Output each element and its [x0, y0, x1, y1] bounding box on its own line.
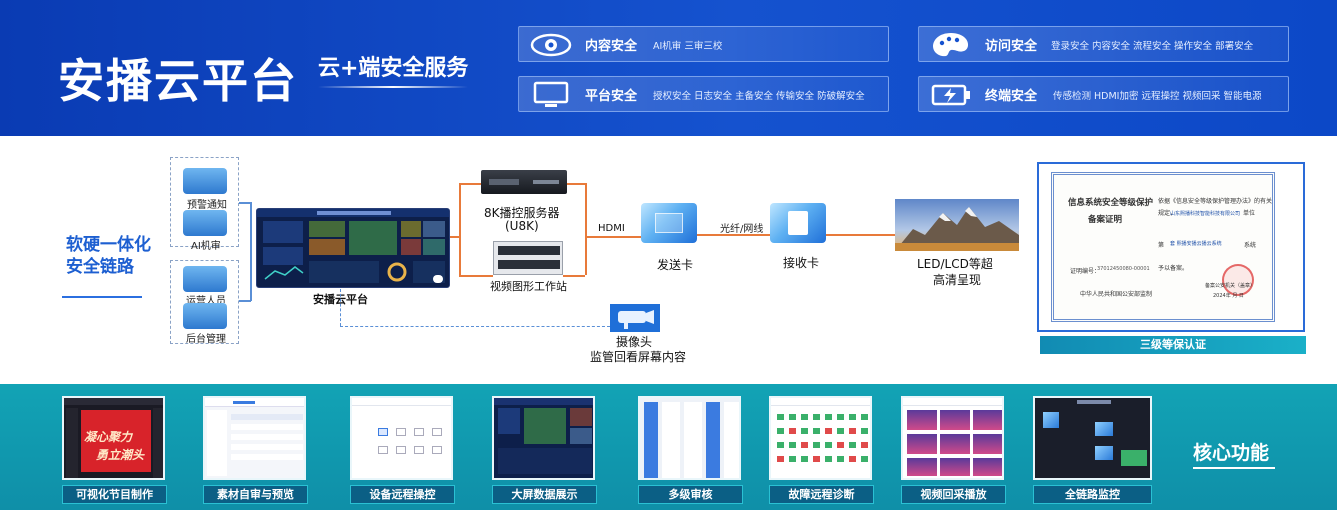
link-title-line1: 软硬一体化 — [66, 235, 151, 255]
page: 安播云平台 云+端安全服务 内容安全 AI机审 三审三校 平台安全 授权安全 日… — [0, 0, 1337, 510]
feature-access-security: 访问安全 登录安全 内容安全 流程安全 操作安全 部署安全 — [918, 26, 1289, 62]
cert-issuer: 备案公安机关（盖章） — [1205, 283, 1256, 289]
core-features-title: 核心功能 — [1193, 442, 1270, 464]
cert-title: 信息系统安全等级保护 — [1068, 198, 1154, 208]
workstation-label: 视频图形工作站 — [490, 280, 567, 293]
server-device — [481, 170, 567, 194]
cert-subtitle: 备案证明 — [1088, 215, 1123, 225]
thumb-fault-diagnosis — [769, 396, 872, 480]
feature-desc: 传感检测 HDMI加密 远程操控 视频回采 智能电源 — [1053, 91, 1262, 102]
core-feature-label: 设备远程操控 — [350, 485, 455, 504]
cert-authority: 中华人民共和国公安部监制 — [1080, 291, 1153, 298]
certificate-badge: 三级等保认证 — [1040, 336, 1306, 354]
thumb-multi-review — [638, 396, 741, 480]
platform-screen — [256, 208, 450, 288]
input-label: AI机审 — [191, 241, 221, 252]
display-label: LED/LCD等超 — [917, 257, 993, 271]
connector — [585, 183, 587, 275]
ai-review-icon — [183, 210, 227, 236]
cert-system-suffix: 系统 — [1244, 242, 1257, 249]
palette-icon — [933, 33, 969, 57]
core-feature-label: 视频回采播放 — [901, 485, 1006, 504]
thumb-slogan-a: 凝心聚力 — [84, 430, 133, 444]
cert-basis: 依据《信息安全等级保护管理办法》的有关 — [1158, 198, 1273, 205]
cert-grant: 予以备案。 — [1158, 265, 1189, 272]
thumb-big-screen — [492, 396, 595, 480]
display-image — [895, 199, 1019, 251]
feature-title: 内容安全 — [585, 39, 638, 54]
operator-icon — [183, 266, 227, 292]
feature-desc: AI机审 三审三校 — [653, 41, 723, 52]
cert-unit: 单位 — [1243, 210, 1256, 217]
main-title: 安播云平台 — [58, 54, 298, 108]
thumb-slogan-b: 勇立潮头 — [96, 448, 145, 462]
core-feature-label: 全链路监控 — [1033, 485, 1152, 504]
feature-content-security: 内容安全 AI机审 三审三校 — [518, 26, 889, 62]
alert-notice-icon — [183, 168, 227, 194]
feature-title: 终端安全 — [985, 89, 1038, 104]
connector — [459, 183, 461, 275]
core-feature-label: 故障远程诊断 — [769, 485, 874, 504]
feature-desc: 登录安全 内容安全 流程安全 操作安全 部署安全 — [1051, 41, 1254, 52]
sender-label: 发送卡 — [657, 258, 694, 272]
feature-title: 访问安全 — [985, 39, 1038, 54]
connector — [565, 183, 585, 185]
receiver-card — [770, 203, 826, 243]
hdmi-label: HDMI — [598, 223, 625, 234]
hdmi-connector — [585, 236, 643, 238]
cert-number: 37012450080-00001 — [1097, 266, 1150, 272]
camera-label-line2: 监管回看屏幕内容 — [590, 350, 687, 364]
camera-connector — [340, 289, 341, 326]
camera-connector — [340, 326, 610, 327]
feature-title: 平台安全 — [585, 89, 638, 104]
core-feature-label: 多级审核 — [638, 485, 743, 504]
feature-terminal-security: 终端安全 传感检测 HDMI加密 远程操控 视频回采 智能电源 — [918, 76, 1289, 112]
battery-icon — [931, 84, 970, 106]
core-feature-label: 素材自审与预览 — [203, 485, 308, 504]
thumb-device-control — [350, 396, 453, 480]
camera-device — [610, 304, 660, 332]
thumb-video-playback — [901, 396, 1004, 480]
cert-date: 2024年 月 日 — [1213, 293, 1244, 299]
thumb-link-monitor — [1033, 396, 1152, 480]
cert-company: 山东熙播科技智能科技有限公司 — [1170, 211, 1241, 217]
display-label-line2: 高清呈现 — [933, 273, 982, 287]
sender-card — [641, 203, 697, 243]
mountain-illustration — [895, 207, 1019, 251]
eye-icon — [530, 33, 572, 57]
connector — [459, 183, 481, 185]
input-label: 后台管理 — [186, 334, 226, 345]
thumb-program-editor: 凝心聚力 勇立潮头 — [62, 396, 165, 480]
link-title-underline — [62, 296, 142, 298]
fiber-label: 光纤/网线 — [720, 224, 764, 235]
input-label: 预警通知 — [187, 200, 227, 211]
workstation-device — [493, 241, 563, 275]
admin-icon — [183, 303, 227, 329]
cert-system-name: 套 熙播安播云播云系统 — [1170, 241, 1222, 247]
link-title-line2: 安全链路 — [66, 257, 134, 277]
connector — [250, 202, 252, 301]
core-feature-label: 可视化节目制作 — [62, 485, 167, 504]
cert-system-prefix: 第 — [1158, 242, 1165, 249]
thumb-material-review — [203, 396, 306, 480]
cert-number-label: 证明编号： — [1070, 268, 1101, 275]
feature-desc: 授权安全 日志安全 主备安全 传输安全 防破解安全 — [653, 91, 865, 102]
receiver-label: 接收卡 — [783, 256, 820, 270]
server-label-model: (U8K) — [505, 219, 539, 233]
dashboard-illustration — [257, 209, 449, 283]
subtitle-underline — [318, 86, 468, 88]
camera-icon — [610, 304, 660, 332]
status-grid — [777, 414, 868, 462]
core-features-underline — [1193, 467, 1275, 469]
connector — [459, 275, 493, 277]
monitor-icon — [533, 81, 569, 107]
feature-platform-security: 平台安全 授权安全 日志安全 主备安全 传输安全 防破解安全 — [518, 76, 889, 112]
core-feature-label: 大屏数据展示 — [492, 485, 597, 504]
connector — [563, 275, 585, 277]
link-title: 软硬一体化 安全链路 — [66, 234, 151, 278]
display-connector — [825, 234, 895, 236]
subtitle: 云+端安全服务 — [318, 56, 469, 81]
